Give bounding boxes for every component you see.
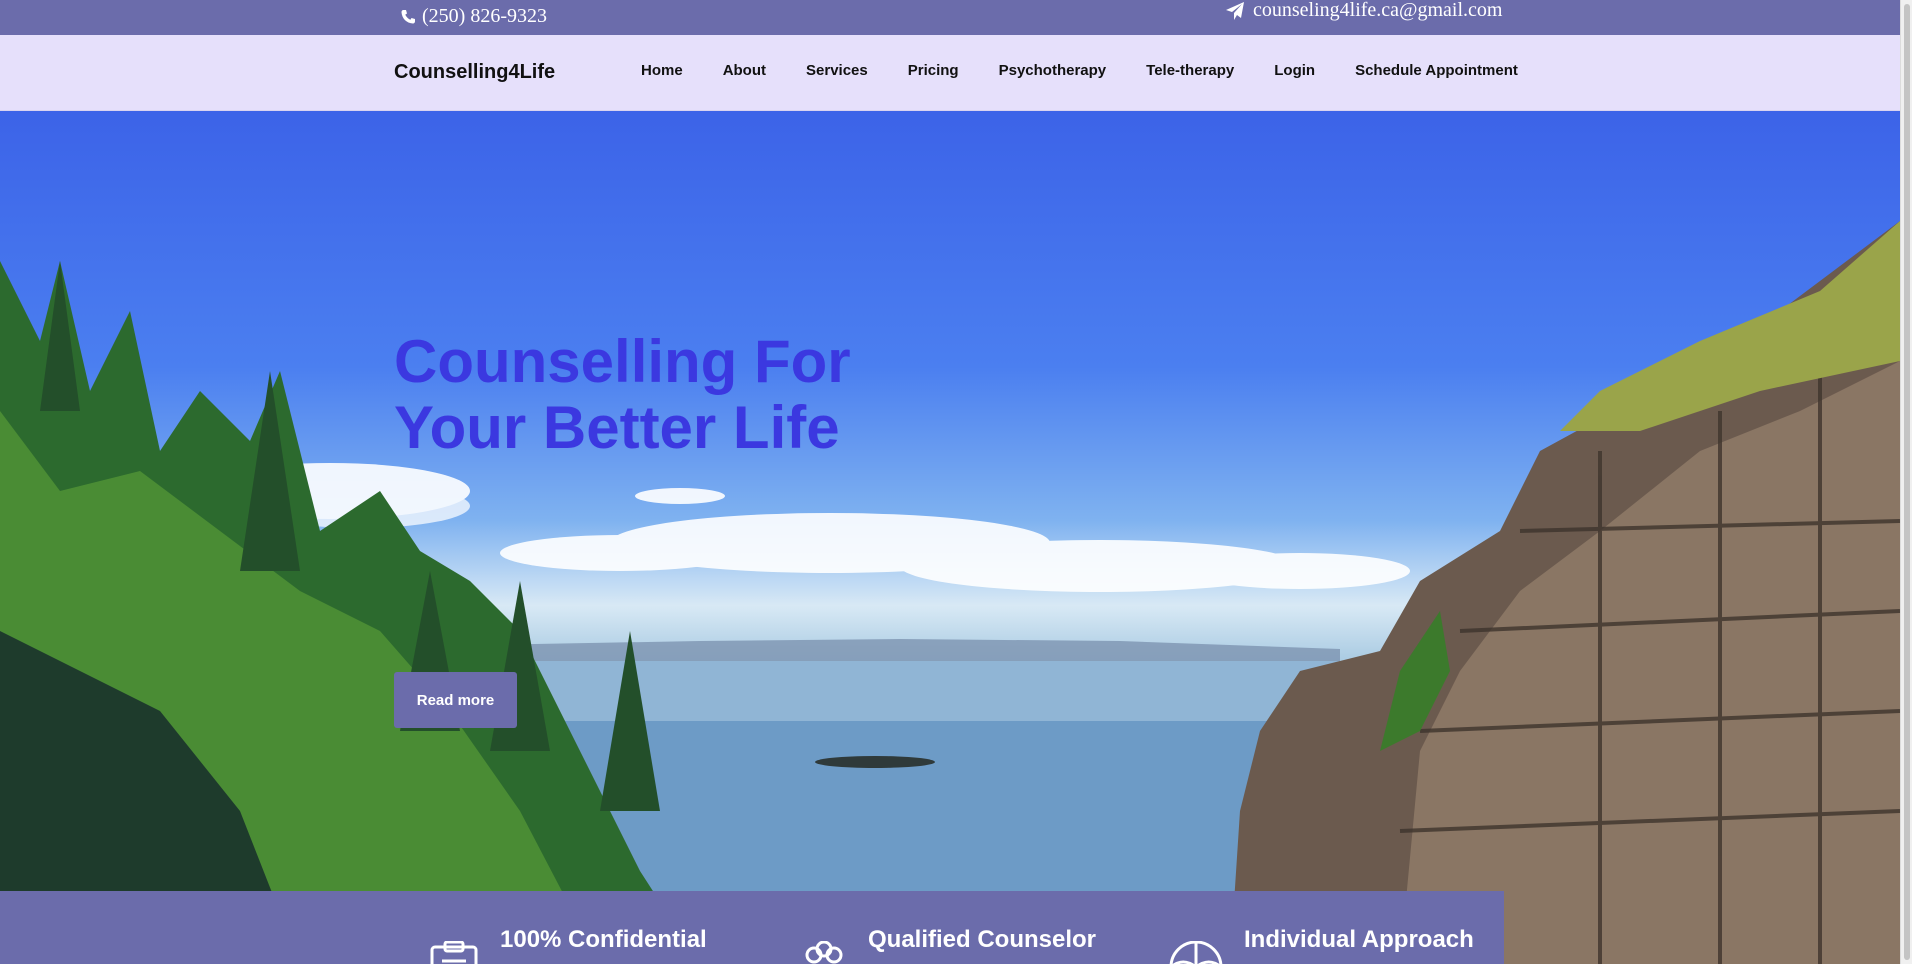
hero-landscape-image	[0, 221, 1900, 964]
nav-login[interactable]: Login	[1274, 62, 1315, 79]
clipboard-icon	[428, 940, 480, 964]
people-icon	[800, 940, 848, 964]
nav-psychotherapy[interactable]: Psychotherapy	[999, 62, 1107, 79]
phone-icon	[400, 9, 416, 25]
email-address: counseling4life.ca@gmail.com	[1253, 0, 1503, 21]
phone-number: (250) 826-9323	[422, 5, 547, 27]
feature-confidential: 100% Confidential	[428, 891, 707, 964]
hero-section: Counselling For Your Better Life Read mo…	[0, 111, 1900, 964]
feature-individual-approach: Individual Approach	[1168, 891, 1474, 964]
features-strip: 100% Confidential Qualified Counselor In…	[0, 891, 1504, 964]
top-contact-bar: (250) 826-9323 counseling4life.ca@gmail.…	[0, 0, 1900, 35]
nav-home[interactable]: Home	[641, 62, 683, 79]
feature-title: Qualified Counselor	[868, 926, 1097, 953]
page-scrollbar[interactable]	[1900, 0, 1912, 964]
feature-title: Individual Approach	[1244, 926, 1474, 953]
read-more-button[interactable]: Read more	[394, 672, 517, 728]
hero-title-line-1: Counselling For	[394, 328, 851, 395]
umbrella-icon	[1168, 940, 1224, 964]
brand-logo[interactable]: Counselling4Life	[394, 61, 555, 84]
nav-about[interactable]: About	[723, 62, 766, 79]
nav-services[interactable]: Services	[806, 62, 868, 79]
nav-menu: Home About Services Pricing Psychotherap…	[641, 62, 1518, 79]
hero-title: Counselling For Your Better Life	[394, 329, 914, 461]
phone-contact[interactable]: (250) 826-9323	[400, 5, 547, 28]
nav-pricing[interactable]: Pricing	[908, 62, 959, 79]
paper-plane-icon	[1225, 1, 1245, 21]
nav-tele-therapy[interactable]: Tele-therapy	[1146, 62, 1234, 79]
feature-title: 100% Confidential	[500, 926, 707, 953]
feature-qualified-counselor: Qualified Counselor	[800, 891, 1096, 964]
hero-title-line-2: Your Better Life	[394, 394, 840, 461]
main-navbar: Counselling4Life Home About Services Pri…	[0, 35, 1900, 111]
nav-schedule-appointment[interactable]: Schedule Appointment	[1355, 62, 1518, 79]
scrollbar-thumb[interactable]	[1904, 4, 1910, 960]
email-contact[interactable]: counseling4life.ca@gmail.com	[1225, 0, 1502, 22]
